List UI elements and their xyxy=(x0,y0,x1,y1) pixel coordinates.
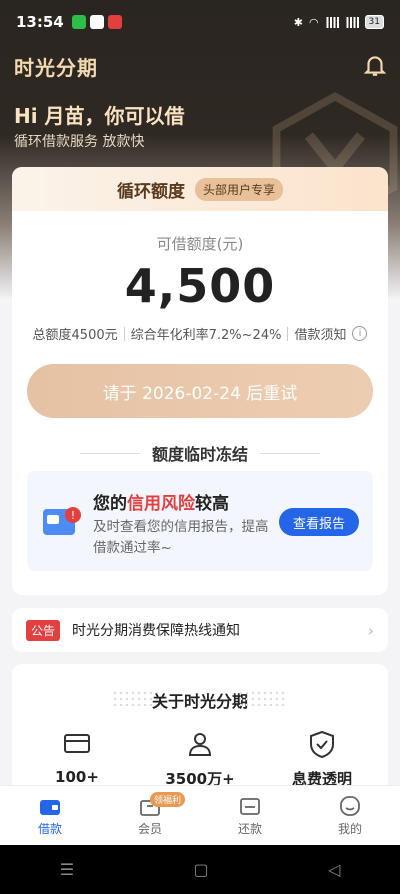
info-icon[interactable]: i xyxy=(352,326,368,341)
about-section: 关于时光分期 100+ 3500万+ 息费透明 xyxy=(12,664,388,804)
risk-panel: ! 您的信用风险较高 及时查看您的信用报告，提高借款通过率~ 查看报告 xyxy=(27,471,373,571)
feature-item: 息费透明 xyxy=(272,730,372,789)
greeting: Hi 月苗，你可以借 xyxy=(14,104,185,128)
status-time: 13:54 xyxy=(16,13,64,31)
vip-tag: 头部用户专享 xyxy=(194,177,283,201)
chevron-right-icon: › xyxy=(367,620,374,640)
risk-title: 您的信用风险较高 xyxy=(93,494,229,514)
bottom-nav: 借款 领福利 会员 还款 我的 xyxy=(0,785,400,845)
wifi-icon: ◠ xyxy=(308,15,319,29)
freeze-notice: 额度临时冻结 xyxy=(12,441,388,465)
credit-card-header: 循环额度 头部用户专享 xyxy=(12,167,388,211)
shield-check-icon xyxy=(310,730,334,759)
nav-label: 还款 xyxy=(237,821,262,836)
battery-icon: 31 xyxy=(364,15,384,29)
dots-decoration-right xyxy=(238,690,288,706)
total-limit: 总额度4500元 xyxy=(32,328,118,343)
signal-icon xyxy=(324,16,339,28)
nav-label: 借款 xyxy=(37,821,62,836)
available-label: 可借额度(元) xyxy=(156,235,244,253)
nav-repay[interactable]: 还款 xyxy=(200,786,300,845)
notice-bar[interactable]: 公告 时光分期消费保障热线通知 › xyxy=(12,608,388,652)
app-brand: 时光分期 xyxy=(14,56,98,80)
nav-loan[interactable]: 借款 xyxy=(0,786,100,845)
home-icon[interactable]: ▢ xyxy=(193,860,208,879)
bluetooth-icon: ✱ xyxy=(293,15,303,29)
profile-smile-icon xyxy=(340,795,360,816)
feature-item: 3500万+ xyxy=(150,730,250,789)
menu-icon[interactable]: ☰ xyxy=(60,860,74,879)
credit-report-icon: ! xyxy=(43,507,81,535)
welfare-badge: 领福利 xyxy=(150,792,186,807)
user-icon xyxy=(188,733,212,756)
available-amount: 4,500 xyxy=(124,259,276,313)
card-icon xyxy=(64,734,90,753)
back-icon[interactable]: ◁ xyxy=(328,860,340,879)
notice-badge: 公告 xyxy=(26,619,61,641)
status-bar: 13:54 ✱ ◠ 31 xyxy=(0,0,400,44)
loan-notice-link[interactable]: 借款须知 xyxy=(294,324,346,343)
about-title: 关于时光分期 xyxy=(151,692,248,711)
wallet-icon xyxy=(40,799,60,815)
bell-icon[interactable] xyxy=(362,52,388,78)
freeze-title: 额度临时冻结 xyxy=(151,445,248,464)
notice-text: 时光分期消费保障热线通知 xyxy=(72,623,241,639)
nav-mine[interactable]: 我的 xyxy=(300,786,400,845)
risk-description: 及时查看您的信用报告，提高借款通过率~ xyxy=(93,519,269,556)
nav-label: 会员 xyxy=(137,821,162,836)
qq-icon xyxy=(89,15,104,29)
credit-card-title: 循环额度 xyxy=(116,181,185,202)
feature-item: 100+ xyxy=(27,730,127,786)
nav-label: 我的 xyxy=(337,821,362,836)
credit-card: 循环额度 头部用户专享 可借额度(元) 4,500 总额度4500元 综合年化利… xyxy=(12,167,388,595)
feature-value: 100+ xyxy=(55,768,99,786)
wechat-icon xyxy=(71,15,86,29)
svg-text:!: ! xyxy=(71,509,75,522)
system-nav-bar: ☰ ▢ ◁ xyxy=(0,845,400,894)
retry-button[interactable]: 请于 2026-02-24 后重试 xyxy=(27,364,373,418)
greeting-subtitle: 循环借款服务 放款快 xyxy=(14,134,145,150)
annual-rate: 综合年化利率7.2%~24% xyxy=(130,328,282,343)
nav-member[interactable]: 领福利 会员 xyxy=(100,786,200,845)
repay-card-icon xyxy=(240,797,260,815)
quota-meta: 总额度4500元 综合年化利率7.2%~24% 借款须知 i xyxy=(12,324,388,343)
app-notification-icon xyxy=(107,15,122,29)
signal-icon-2 xyxy=(344,16,359,28)
view-report-button[interactable]: 查看报告 xyxy=(279,508,359,536)
